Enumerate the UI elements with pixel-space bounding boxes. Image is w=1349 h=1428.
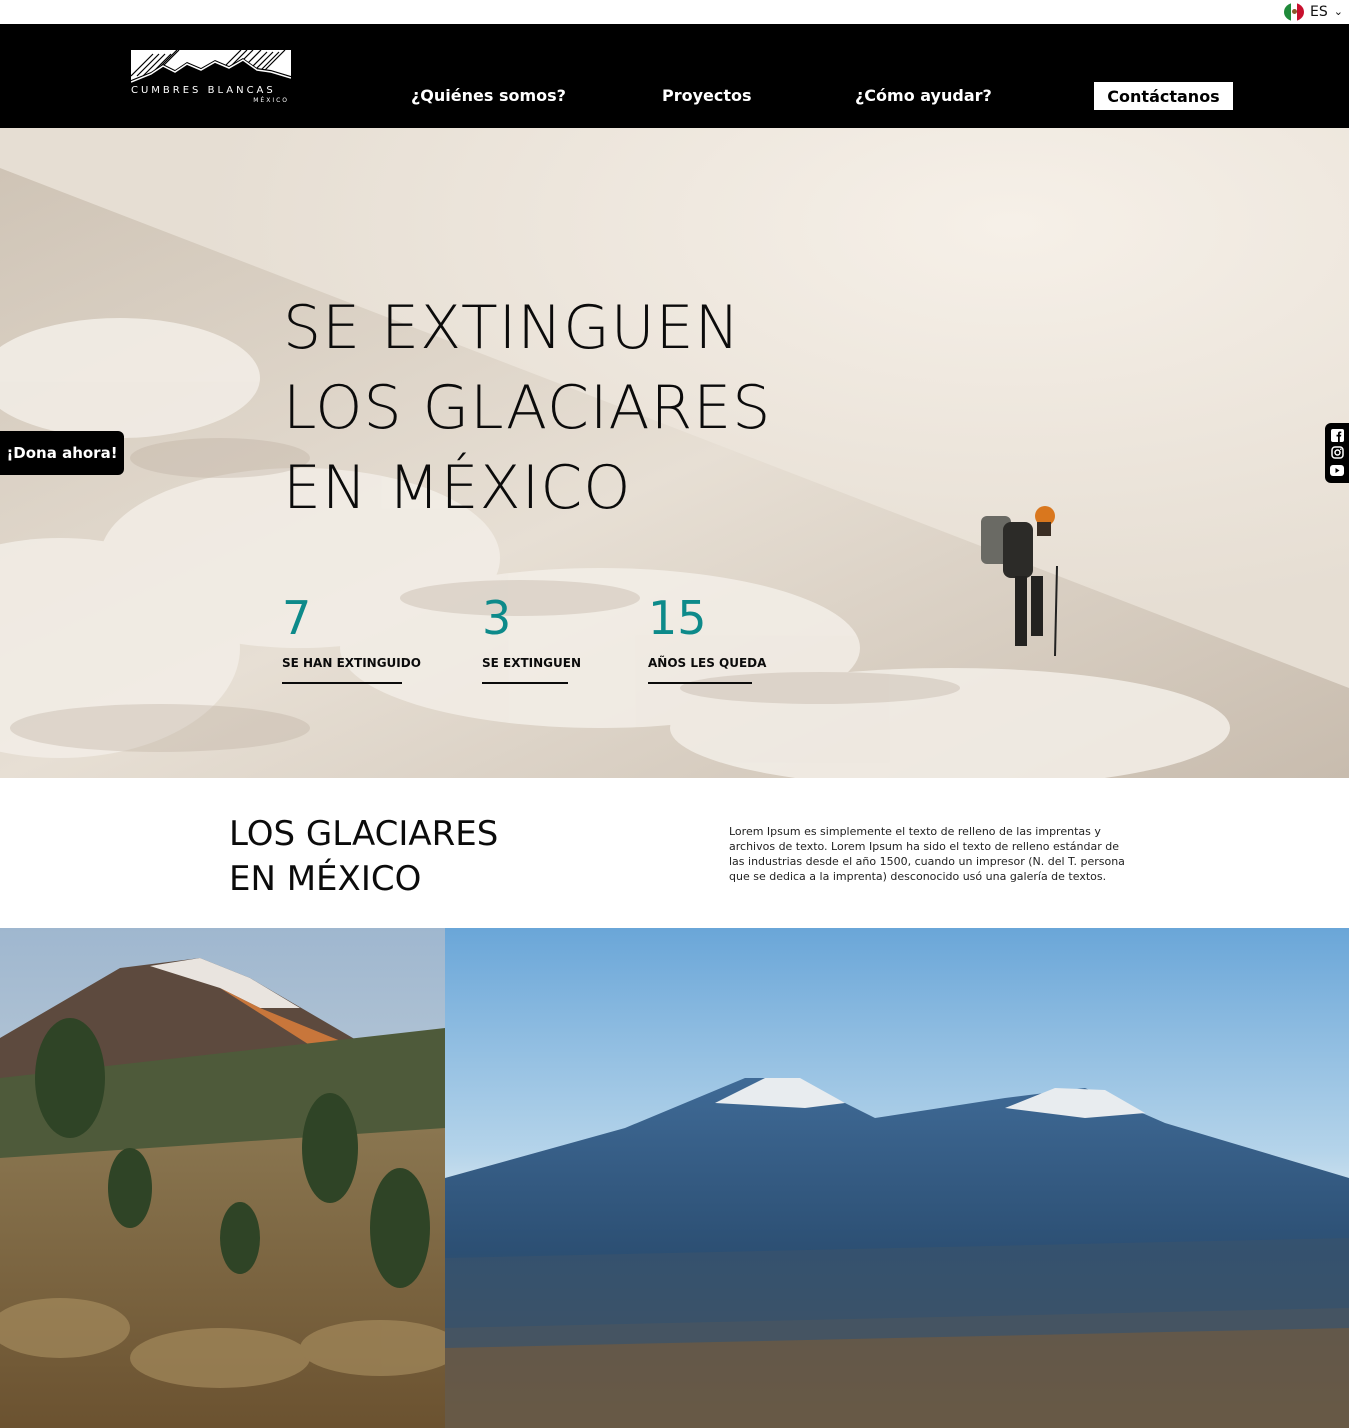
instagram-icon[interactable]	[1330, 446, 1344, 460]
nav-como-ayudar[interactable]: ¿Cómo ayudar?	[855, 86, 992, 105]
hero-section: SE EXTINGUEN LOS GLACIARES EN MÉXICO 7 S…	[0, 128, 1349, 778]
stat-years-left: 15 AÑOS LES QUEDA	[648, 590, 766, 684]
stat-value: 7	[282, 591, 312, 645]
stat-label: AÑOS LES QUEDA	[648, 656, 766, 684]
intro-title-line: EN MÉXICO	[229, 859, 422, 899]
hero-title-line: EN MÉXICO	[283, 453, 632, 523]
social-bar	[1325, 423, 1349, 483]
stat-extinguishing: 3 SE EXTINGUEN	[482, 590, 581, 684]
volcano-forest-photo	[0, 928, 445, 1428]
hero-title: SE EXTINGUEN LOS GLACIARES EN MÉXICO	[283, 288, 843, 528]
facebook-icon[interactable]	[1330, 429, 1344, 443]
stat-label: SE EXTINGUEN	[482, 656, 581, 684]
chevron-down-icon: ⌄	[1333, 4, 1343, 18]
site-header: CUMBRES BLANCAS MÉXICO ¿Quiénes somos? P…	[0, 24, 1349, 128]
intro-paragraph: Lorem Ipsum es simplemente el texto de r…	[729, 825, 1125, 883]
hero-title-line: LOS GLACIARES	[283, 373, 772, 443]
nav-quienes-somos[interactable]: ¿Quiénes somos?	[411, 86, 566, 105]
language-selector[interactable]: ES ⌄	[1284, 3, 1343, 21]
youtube-icon[interactable]	[1330, 463, 1344, 477]
logo-text: CUMBRES BLANCAS	[131, 85, 276, 96]
stat-label: SE HAN EXTINGUIDO	[282, 656, 421, 684]
intro-title-line: LOS GLACIARES	[229, 814, 499, 854]
logo[interactable]: CUMBRES BLANCAS MÉXICO	[131, 50, 291, 108]
mexico-flag-icon	[1284, 3, 1305, 21]
language-bar: ES ⌄	[0, 0, 1349, 24]
stat-value: 3	[482, 591, 512, 645]
nav-proyectos[interactable]: Proyectos	[662, 86, 752, 105]
contact-button[interactable]: Contáctanos	[1094, 82, 1233, 110]
stat-value: 15	[648, 591, 707, 645]
hero-title-line: SE EXTINGUEN	[283, 293, 741, 363]
stat-extinct: 7 SE HAN EXTINGUIDO	[282, 590, 421, 684]
language-code: ES	[1310, 4, 1328, 20]
logo-subtext: MÉXICO	[253, 97, 289, 104]
mountain-logo-icon	[131, 50, 291, 84]
intro-title: LOS GLACIARES EN MÉXICO	[229, 812, 498, 902]
volcanoes-aerial-photo	[445, 928, 1349, 1428]
donate-button[interactable]: ¡Dona ahora!	[0, 431, 124, 475]
